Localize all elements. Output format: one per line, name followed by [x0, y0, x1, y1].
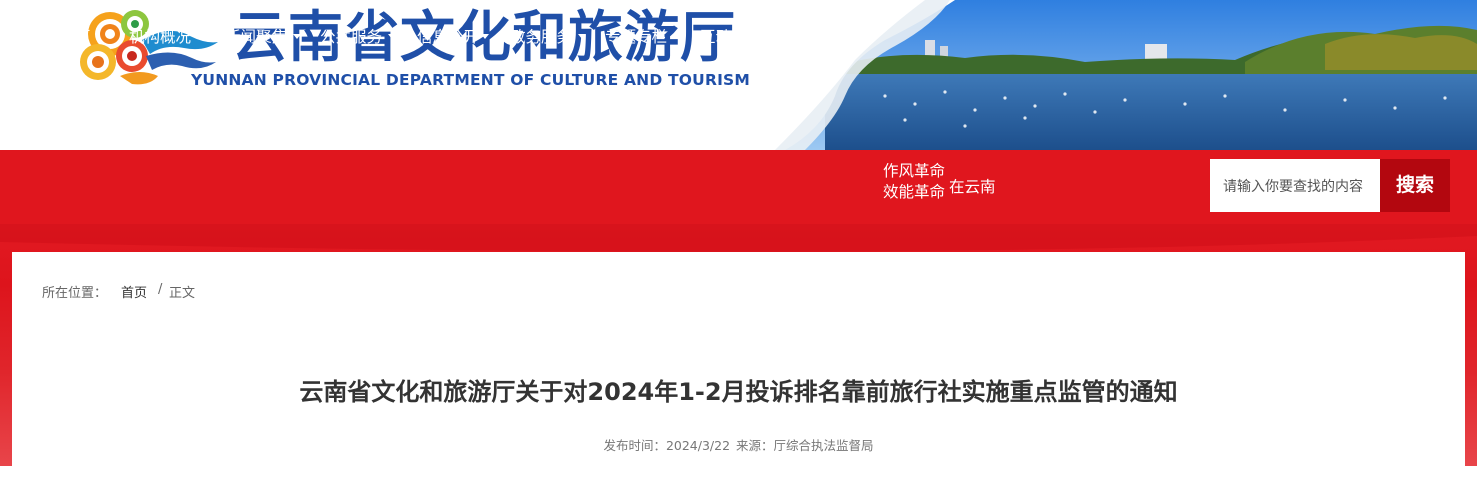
caret-down-icon	[481, 34, 490, 39]
caret-down-icon	[388, 34, 397, 39]
caret-down-icon	[768, 34, 777, 39]
nav-item-special-topics[interactable]: 专题专栏	[605, 0, 682, 74]
breadcrumb-separator: /	[158, 282, 163, 297]
nav-item-news[interactable]: 新闻聚焦	[225, 0, 302, 74]
nav-item-label-line1: 作风革命	[883, 162, 946, 180]
search-input[interactable]	[1210, 159, 1380, 212]
nav-item-work-style-revolution[interactable]: 作风革命 效能革命	[883, 161, 945, 203]
nav-item-label: 首 页	[42, 28, 92, 46]
nav-item-label: 机构概况	[129, 28, 192, 46]
nav-item-label: 互动交流	[700, 28, 763, 46]
nav-item-label: 政务服务	[510, 28, 573, 46]
search-button[interactable]: 搜索	[1380, 159, 1450, 212]
nav-item-label-line2: 效能革命	[883, 183, 946, 201]
publish-date: 发布时间：2024/3/22	[603, 438, 731, 453]
caret-down-icon	[293, 34, 302, 39]
lake-banner-photo	[765, 0, 1477, 150]
nav-item-home[interactable]: 首 页	[42, 0, 92, 74]
nav-item-label: 主题教育	[802, 28, 865, 46]
nav-item-institution[interactable]: 机构概况	[129, 0, 206, 74]
caret-down-icon	[197, 34, 206, 39]
article-source: 来源：厅综合执法监督局	[736, 438, 874, 453]
nav-item-info-disclosure[interactable]: 信息公开	[417, 0, 490, 74]
nav-item-theme-education[interactable]: 主题教育	[802, 0, 864, 74]
nav-item-in-yunnan[interactable]: 在云南	[949, 150, 996, 224]
nav-item-label: 专题专栏	[605, 28, 668, 46]
breadcrumb-current: 正文	[169, 286, 196, 301]
nav-item-interaction[interactable]: 互动交流	[700, 0, 777, 74]
nav-item-public-service[interactable]: 公共服务	[320, 0, 397, 74]
article-meta: 发布时间：2024/3/22 来源：厅综合执法监督局	[0, 435, 1477, 454]
caret-down-icon	[578, 34, 587, 39]
breadcrumb-home-link[interactable]: 首页	[121, 282, 147, 301]
caret-down-icon	[673, 34, 682, 39]
nav-item-label: 信息公开	[417, 28, 480, 46]
nav-item-gov-service[interactable]: 政务服务	[510, 0, 587, 74]
nav-item-label: 新闻聚焦	[225, 28, 288, 46]
article-title: 云南省文化和旅游厅关于对2024年1-2月投诉排名靠前旅行社实施重点监管的通知	[299, 378, 1178, 406]
breadcrumb-label: 所在位置：	[42, 286, 108, 301]
nav-item-label: 公共服务	[320, 28, 383, 46]
